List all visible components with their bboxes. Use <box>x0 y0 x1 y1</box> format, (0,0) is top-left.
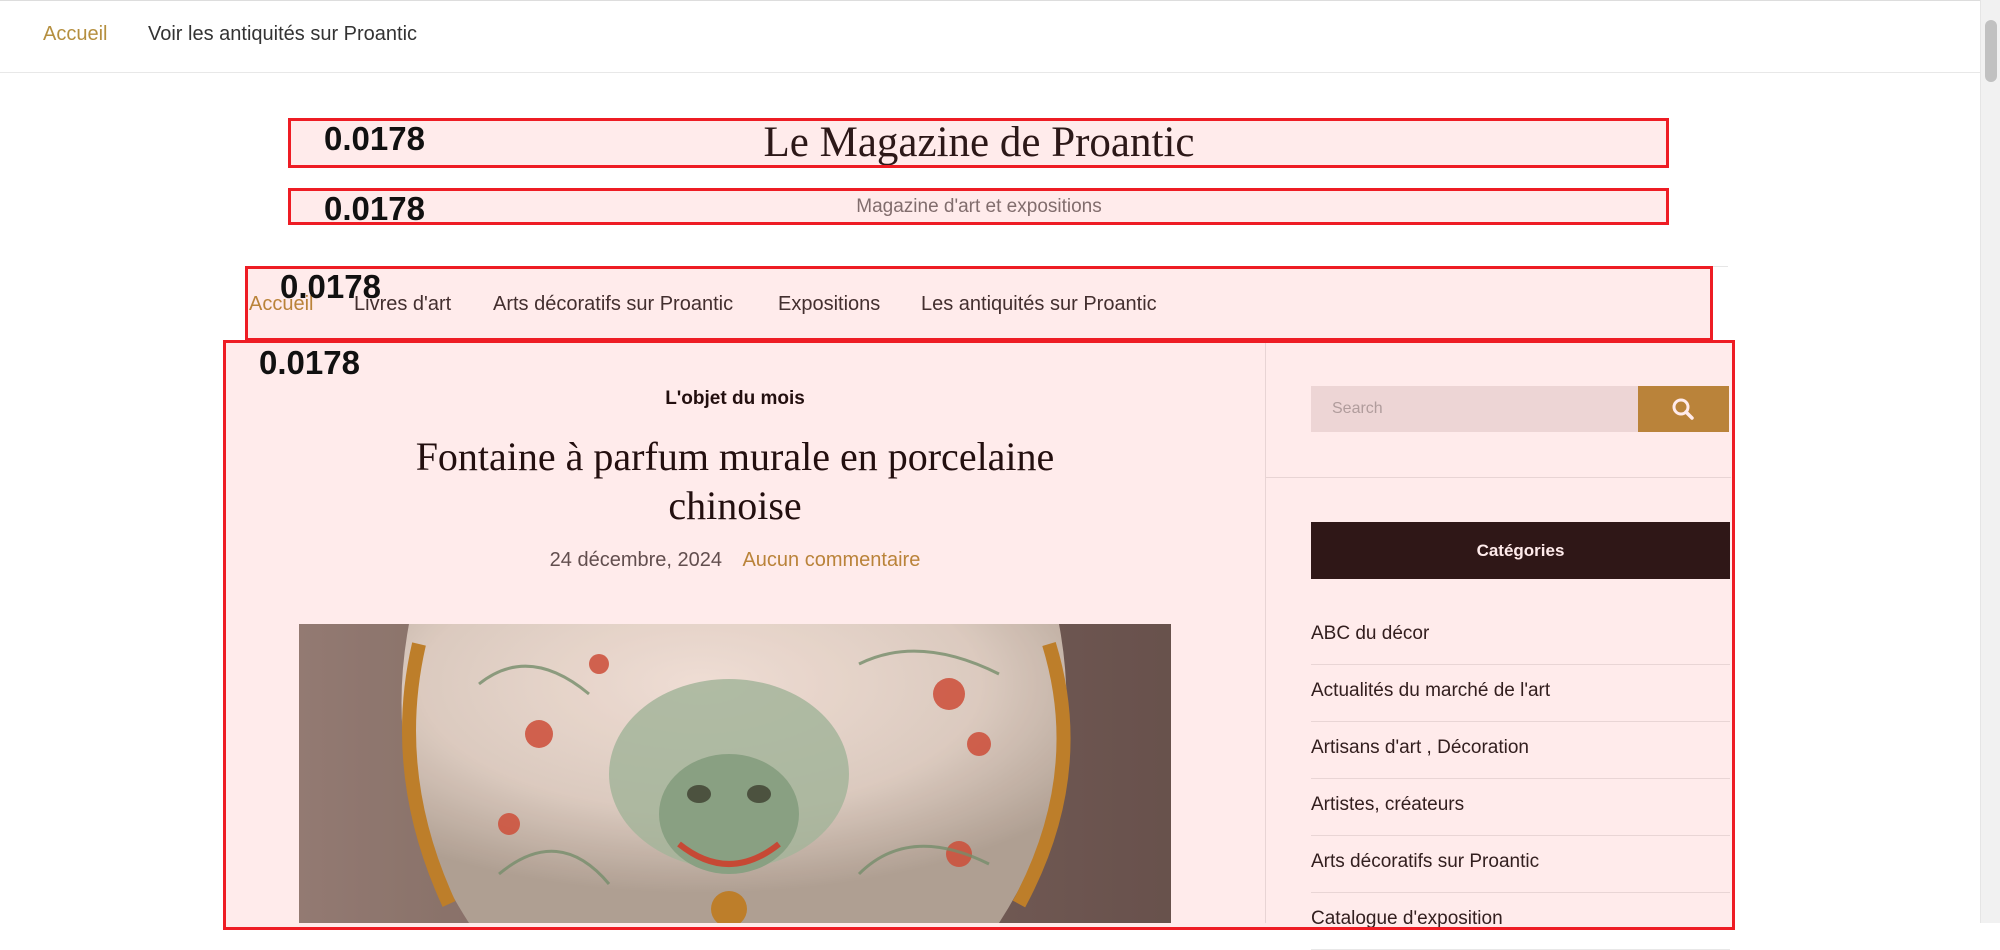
topbar-home-link[interactable]: Accueil <box>43 23 107 46</box>
scrollbar-thumb[interactable] <box>1985 20 1997 82</box>
top-bar: Accueil Voir les antiquités sur Proantic <box>0 0 1980 73</box>
topbar-antiques-link[interactable]: Voir les antiquités sur Proantic <box>148 23 417 46</box>
page-scrollbar[interactable] <box>1980 0 2000 923</box>
highlight-box-content <box>223 340 1735 930</box>
highlight-box-site-title <box>288 118 1669 168</box>
highlight-score: 0.0178 <box>324 120 425 157</box>
highlight-box-site-description <box>288 188 1669 225</box>
highlight-score: 0.0178 <box>280 268 381 305</box>
highlight-score: 0.0178 <box>324 190 425 227</box>
highlight-box-navigation <box>245 266 1713 341</box>
highlight-score: 0.0178 <box>259 344 360 381</box>
